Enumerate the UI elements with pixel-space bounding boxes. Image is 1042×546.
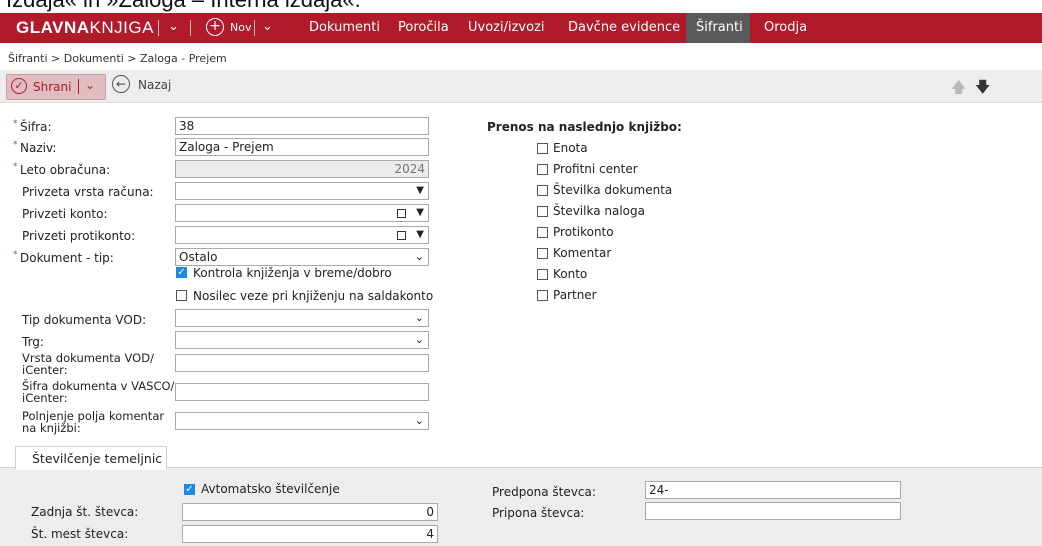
privzeti-protikonto-select[interactable]: ▼ <box>175 226 429 244</box>
nav-separator <box>158 20 159 36</box>
zadnja-input[interactable]: 0 <box>182 503 438 521</box>
privzeti-konto-select[interactable]: ▼ <box>175 204 429 222</box>
app-logo[interactable]: GLAVNAKNJIGA <box>16 18 154 38</box>
arrow-left-circle-icon: ← <box>112 75 130 93</box>
prenos-checkbox-stevilka-dokumenta[interactable] <box>537 185 548 196</box>
tip-vod-label: Tip dokumenta VOD: <box>22 313 147 327</box>
tab-stevilcenje-temeljnic[interactable]: Številčenje temeljnic <box>15 446 167 470</box>
required-marker: * <box>13 119 18 129</box>
privzeta-vrsta-select[interactable]: ▼ <box>175 182 429 200</box>
new-button[interactable]: Nov <box>230 21 251 34</box>
prenos-checkbox-protikonto[interactable] <box>537 227 548 238</box>
naziv-label: Naziv: <box>20 141 57 155</box>
pripona-input[interactable] <box>645 502 901 520</box>
chevron-down-icon: ⌄ <box>414 333 424 346</box>
leto-input: 2024 <box>175 160 429 178</box>
tip-vod-select[interactable]: ⌄ <box>175 309 429 327</box>
prenos-label-stevilka-naloga: Številka naloga <box>553 204 645 218</box>
tab-label: Številčenje temeljnic <box>32 451 163 466</box>
polnjenje-label: Polnjenje polja komentar na knjižbi: <box>22 409 165 435</box>
arrow-down-icon[interactable]: 🡇 <box>975 77 990 102</box>
chevron-down-icon[interactable]: ⌄ <box>262 19 273 34</box>
nav-item-uvozi-izvozi[interactable]: Uvozi/izvozi <box>468 20 545 35</box>
leto-label: Leto obračuna: <box>20 163 111 177</box>
nav-item-orodja[interactable]: Orodja <box>764 20 807 35</box>
prenos-label-stevilka-dokumenta: Številka dokumenta <box>553 183 673 197</box>
kontrola-checkbox[interactable]: ✓ <box>176 267 187 278</box>
nosilec-checkbox[interactable] <box>176 290 187 301</box>
save-button[interactable]: ✓ Shrani ⌄ <box>6 74 106 100</box>
dokument-tip-label: Dokument - tip: <box>20 251 114 265</box>
top-caption: Izdaja« in »Zaloga – Interna izdaja«. <box>0 0 1042 13</box>
dokument-tip-value: Ostalo <box>179 250 218 264</box>
caption-text: Izdaja« in »Zaloga – Interna izdaja«. <box>6 0 361 13</box>
chevron-down-icon: ⌄ <box>414 311 424 324</box>
nav-item-dokumenti[interactable]: Dokumenti <box>309 20 380 35</box>
trg-label: Trg: <box>22 335 44 349</box>
nav-item-davcne-evidence[interactable]: Davčne evidence <box>568 20 680 35</box>
chevron-down-icon[interactable]: ⌄ <box>168 19 179 34</box>
predpona-label: Predpona števca: <box>492 485 596 499</box>
trg-select[interactable]: ⌄ <box>175 331 429 349</box>
caret-down-icon: ▼ <box>416 185 424 196</box>
prenos-checkbox-stevilka-naloga[interactable] <box>537 206 548 217</box>
vrsta-vod-input[interactable] <box>175 354 429 372</box>
privzeti-konto-label: Privzeti konto: <box>22 207 108 221</box>
nav-item-porocila[interactable]: Poročila <box>398 20 449 35</box>
sifra-vasco-label: Šifra dokumenta v VASCO/iCenter: <box>22 379 175 405</box>
prenos-label-konto: Konto <box>553 267 588 281</box>
dokument-tip-select[interactable]: Ostalo ⌄ <box>175 248 429 266</box>
save-label: Shrani <box>33 80 72 94</box>
mest-label: Št. mest števca: <box>31 527 129 541</box>
predpona-input[interactable]: 24- <box>645 481 901 499</box>
required-marker: * <box>13 140 18 150</box>
prenos-checkbox-profitni-center[interactable] <box>537 164 548 175</box>
prenos-label-partner: Partner <box>553 288 597 302</box>
back-label: Nazaj <box>138 78 172 92</box>
prenos-checkbox-konto[interactable] <box>537 269 548 280</box>
required-marker: * <box>13 250 18 260</box>
nosilec-label: Nosilec veze pri knjiženju na saldakonto <box>193 289 434 303</box>
privzeta-vrsta-label: Privzeta vrsta računa: <box>22 185 154 199</box>
chevron-down-icon[interactable]: ⌄ <box>85 78 95 92</box>
polnjenje-select[interactable]: ⌄ <box>175 412 429 430</box>
sifra-label: Šifra: <box>20 120 52 134</box>
privzeti-protikonto-label: Privzeti protikonto: <box>22 229 136 243</box>
top-navbar: GLAVNAKNJIGA ⌄ + Nov ⌄ Dokumenti Poročil… <box>0 13 1042 43</box>
check-circle-icon: ✓ <box>11 78 27 94</box>
nav-separator <box>254 20 255 36</box>
zadnja-label: Zadnja št. števca: <box>31 505 139 519</box>
save-separator <box>78 79 79 94</box>
plus-circle-icon[interactable]: + <box>206 18 224 36</box>
avtomatsko-label: Avtomatsko številčenje <box>201 482 340 496</box>
prenos-label-protikonto: Protikonto <box>553 225 614 239</box>
prenos-checkbox-partner[interactable] <box>537 290 548 301</box>
nav-item-sifranti[interactable]: Šifranti <box>696 20 743 35</box>
prenos-checkbox-komentar[interactable] <box>537 248 548 259</box>
prenos-label-profitni-center: Profitni center <box>553 162 638 176</box>
prenos-label-enota: Enota <box>553 141 588 155</box>
naziv-input[interactable]: Zaloga - Prejem <box>175 138 429 156</box>
prenos-title: Prenos na naslednjo knjižbo: <box>487 120 682 134</box>
caret-down-icon: ▼ <box>416 207 424 218</box>
sifra-vasco-input[interactable] <box>175 383 429 401</box>
avtomatsko-checkbox[interactable]: ✓ <box>184 484 195 495</box>
arrow-up-icon[interactable]: 🡅 <box>951 77 966 102</box>
chevron-down-icon: ⌄ <box>414 414 424 427</box>
required-marker: * <box>13 162 18 172</box>
prenos-label-komentar: Komentar <box>553 246 612 260</box>
lookup-icon[interactable] <box>397 231 406 240</box>
toolbar: ✓ Shrani ⌄ ← Nazaj 🡅 🡇 <box>0 70 1042 103</box>
breadcrumb: Šifranti > Dokumenti > Zaloga - Prejem <box>8 52 227 65</box>
caret-down-icon: ▼ <box>416 229 424 240</box>
vrsta-vod-label: Vrsta dokumenta VOD/iCenter: <box>22 351 154 377</box>
chevron-down-icon: ⌄ <box>414 250 424 263</box>
mest-input[interactable]: 4 <box>182 525 438 543</box>
pripona-label: Pripona števca: <box>492 506 585 520</box>
kontrola-label: Kontrola knjiženja v breme/dobro <box>193 266 392 280</box>
lookup-icon[interactable] <box>397 209 406 218</box>
nav-separator <box>190 20 191 36</box>
sifra-input[interactable]: 38 <box>175 117 429 135</box>
prenos-checkbox-enota[interactable] <box>537 143 548 154</box>
